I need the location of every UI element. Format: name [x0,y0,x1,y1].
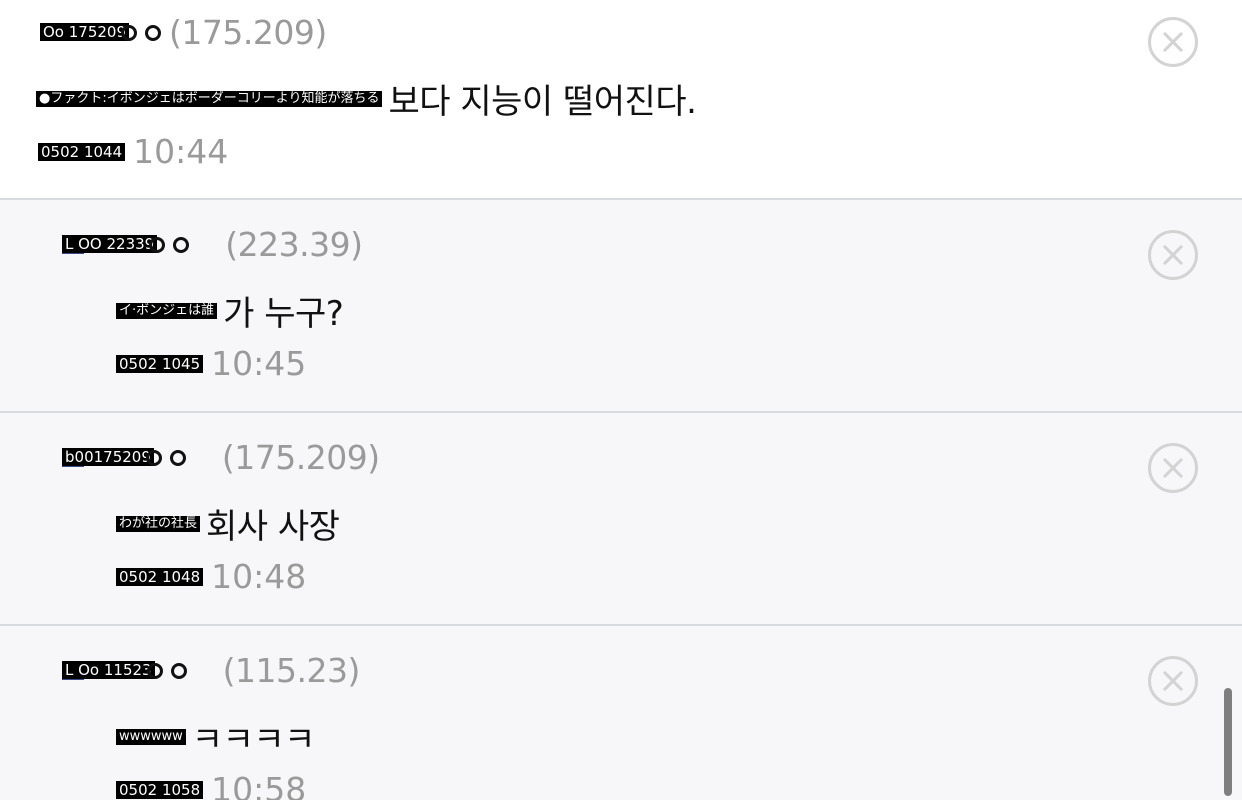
comment-date: 0502 1044 [38,142,126,161]
delete-comment-button[interactable] [1148,656,1198,706]
user-nick-icon [142,444,200,470]
comment-author-row: b00175209 (175.209) [62,437,380,477]
comment-feed: Oo 175209 (175.209) ●ファクト:イボンジェはボーダーコリーよ… [0,0,1242,800]
comment-body-text: 보다 지능이 떨어진다. [388,82,697,122]
comment-date: 0502 1058 [116,780,204,799]
comment-body: イ·ボンジェは誰 가 누구? [116,286,344,335]
comment-body-annotation: イ·ボンジェは誰 [116,302,218,319]
nickname-label[interactable]: L Oo 11523 [62,661,155,679]
comment-body-text: ㅋㅋㅋㅋ [191,720,316,760]
ip-address: (223.39) [225,224,363,264]
delete-comment-button[interactable] [1148,443,1198,493]
comment-time: 10:58 [211,770,307,800]
comment-time: 10:45 [211,344,307,383]
comment-timestamp: 0502 1058 10:58 [116,770,306,800]
ip-address: (175.209) [221,437,380,477]
reply-item: b00175209 (175.209) わが社の社長 회사 사장 0502 10… [0,413,1242,624]
comment-timestamp: 0502 1048 10:48 [116,557,306,596]
nickname-label[interactable]: b00175209 [62,448,154,466]
user-nick-icon [117,19,175,45]
comment-timestamp: 0502 1044 10:44 [38,132,228,171]
comment-date: 0502 1048 [116,567,204,586]
comment-body-annotation: わが社の社長 [116,515,201,532]
comment-body: わが社の社長 회사 사장 [116,499,340,548]
comment-timestamp: 0502 1045 10:45 [116,344,306,383]
user-nick-icon [145,231,203,257]
comment-date: 0502 1045 [116,354,204,373]
delete-comment-button[interactable] [1148,17,1198,67]
reply-item: L OO 22339 (223.39) イ·ボンジェは誰 가 누구? 0502 … [0,200,1242,411]
comment-author-row: Oo 175209 (175.209) [40,12,327,52]
comment-body-annotation: ●ファクト:イボンジェはボーダーコリーより知能が落ちる [36,90,383,107]
reply-item: L Oo 11523 (115.23) wwwwww ㅋㅋㅋㅋ 0502 105… [0,626,1242,800]
comment-item: Oo 175209 (175.209) ●ファクト:イボンジェはボーダーコリーよ… [0,0,1242,198]
comment-author-row: L OO 22339 (223.39) [62,224,363,264]
delete-comment-button[interactable] [1148,230,1198,280]
comment-body-text: 회사 사장 [206,507,340,547]
comment-time: 10:44 [133,132,229,171]
nickname-label[interactable]: L OO 22339 [62,235,158,253]
nickname-label[interactable]: Oo 175209 [40,23,130,41]
comment-author-row: L Oo 11523 (115.23) [62,650,360,690]
ip-address: (115.23) [222,650,361,690]
comment-body: wwwwww ㅋㅋㅋㅋ [116,712,315,761]
comment-body-text: 가 누구? [223,294,344,334]
ip-address: (175.209) [169,12,327,52]
scrollbar[interactable] [1224,688,1232,796]
user-nick-icon [143,657,201,683]
comment-body-annotation: wwwwww [116,728,186,745]
comment-body: ●ファクト:イボンジェはボーダーコリーより知能が落ちる 보다 지능이 떨어진다. [36,74,697,123]
comment-time: 10:48 [211,557,307,596]
